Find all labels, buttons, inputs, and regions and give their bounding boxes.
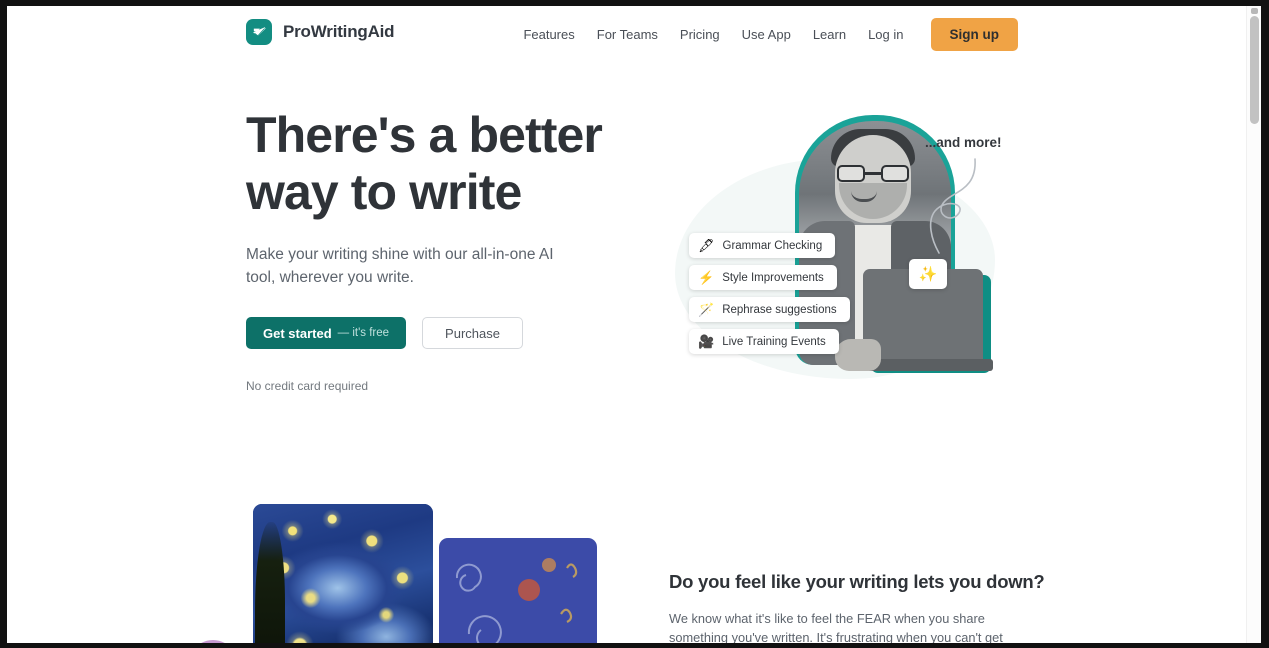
hero-illustration: 🖋 Grammar Checking ⚡ Style Improvements … — [667, 107, 1037, 447]
sign-up-button[interactable]: Sign up — [930, 18, 1018, 51]
feature-chip-label: Style Improvements — [722, 271, 824, 284]
nav-item-pricing[interactable]: Pricing — [669, 19, 731, 50]
nav-item-learn[interactable]: Learn — [802, 19, 857, 50]
page-viewport: ProWritingAid Features For Teams Pricing… — [7, 6, 1261, 643]
section-text-block: Do you feel like your writing lets you d… — [669, 571, 1045, 643]
glasses-icon — [837, 165, 909, 182]
main-navigation: Features For Teams Pricing Use App Learn… — [512, 18, 1018, 51]
hero-copy: There's a better way to write Make your … — [246, 107, 626, 393]
no-credit-card-note: No credit card required — [246, 379, 369, 393]
brand-name: ProWritingAid — [283, 22, 395, 41]
get-started-note: — it's free — [337, 327, 390, 339]
movie-camera-icon: 🎥 — [698, 334, 715, 349]
magic-wand-icon: 🪄 — [698, 302, 715, 317]
vertical-scrollbar[interactable] — [1246, 6, 1261, 643]
hero-section: There's a better way to write Make your … — [7, 62, 1246, 462]
curly-arrow-icon — [929, 158, 976, 254]
and-more-label: ...and more! — [925, 135, 1002, 150]
hero-cta-group: Get started — it's free Purchase — [246, 317, 626, 349]
starry-night-image: My idea in my head — [253, 504, 433, 643]
feature-chip-grammar-checking: 🖋 Grammar Checking — [689, 233, 836, 258]
quill-pen-icon: 🖋 — [698, 238, 715, 253]
feature-chip-rephrase-suggestions: 🪄 Rephrase suggestions — [689, 297, 850, 322]
window-bottom-chrome — [0, 643, 1269, 648]
glasses-bridge — [865, 172, 881, 175]
nav-item-for-teams[interactable]: For Teams — [586, 19, 669, 50]
hero-title: There's a better way to write — [246, 107, 603, 220]
browser-window: ProWritingAid Features For Teams Pricing… — [0, 0, 1269, 648]
feature-chip-label: Live Training Events — [722, 335, 826, 348]
feature-chip-live-training-events: 🎥 Live Training Events — [689, 329, 839, 354]
section-heading: Do you feel like your writing lets you d… — [669, 571, 1045, 592]
glasses-lens-right — [881, 165, 909, 182]
feature-chip-label: Grammar Checking — [722, 239, 823, 252]
get-started-button[interactable]: Get started — it's free — [246, 317, 407, 349]
blue-doodle-panel — [439, 538, 597, 643]
lightning-bolt-icon: ⚡ — [698, 270, 715, 285]
writing-lets-you-down-section: My idea in my head Do you fee — [7, 476, 1246, 643]
purchase-button[interactable]: Purchase — [422, 317, 523, 349]
hero-subtitle: Make your writing shine with our all-in-… — [246, 246, 554, 286]
page-content: ProWritingAid Features For Teams Pricing… — [7, 6, 1246, 643]
glasses-lens-left — [837, 165, 865, 182]
feature-chip-style-improvements: ⚡ Style Improvements — [689, 265, 837, 290]
scrollbar-thumb[interactable] — [1250, 16, 1259, 124]
prowritingaid-logo-icon — [246, 19, 272, 45]
feature-chip-list: 🖋 Grammar Checking ⚡ Style Improvements … — [689, 233, 850, 354]
nav-item-log-in[interactable]: Log in — [857, 19, 914, 50]
window-right-edge — [1261, 6, 1269, 643]
nav-item-features[interactable]: Features — [512, 19, 585, 50]
section-body-text: We know what it's like to feel the FEAR … — [669, 611, 1003, 643]
feature-chip-label: Rephrase suggestions — [722, 303, 837, 316]
nav-item-use-app[interactable]: Use App — [731, 19, 802, 50]
spiral-doodles-icon — [455, 558, 578, 643]
site-header: ProWritingAid Features For Teams Pricing… — [7, 6, 1246, 62]
get-started-label: Get started — [263, 325, 332, 341]
window-left-edge — [0, 6, 7, 643]
circle-highlight-marker — [189, 640, 237, 643]
brand-logo-link[interactable]: ProWritingAid — [246, 19, 395, 45]
sparkles-icon: ✨ — [909, 259, 947, 289]
scrollbar-up-marker[interactable] — [1251, 8, 1258, 14]
